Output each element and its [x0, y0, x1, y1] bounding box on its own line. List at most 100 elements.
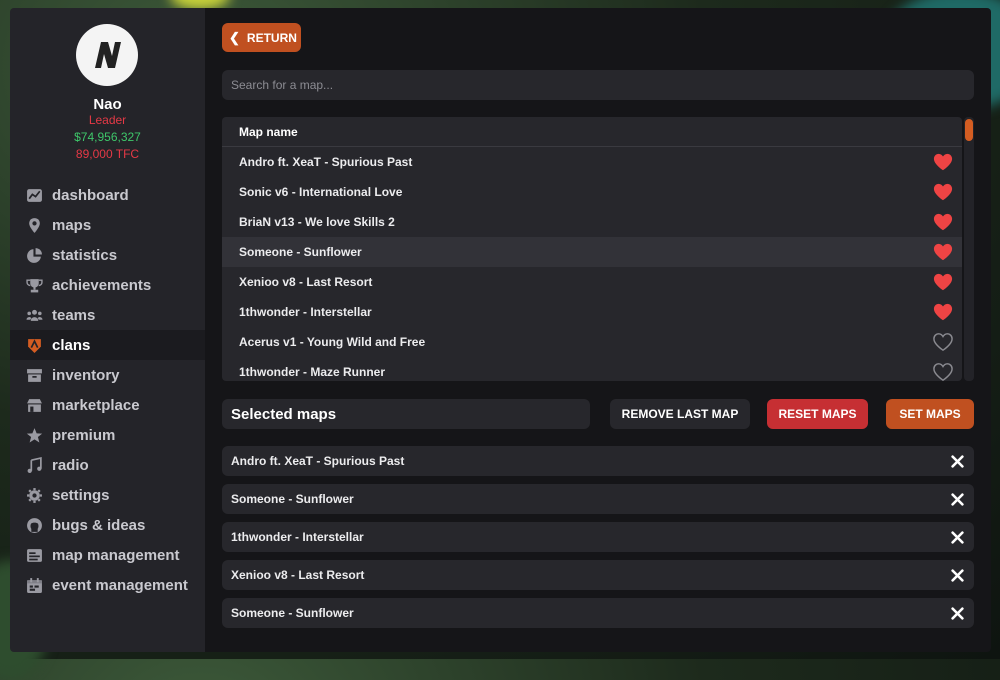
sidebar-item-bugs-ideas[interactable]: bugs & ideas	[10, 510, 205, 540]
sidebar-item-label: inventory	[52, 366, 120, 384]
selected-map-name: Xenioo v8 - Last Resort	[231, 568, 365, 582]
gear-icon	[25, 486, 43, 504]
map-table: Map name Andro ft. XeaT - Spurious Past S…	[222, 117, 962, 381]
map-table-scrollbar[interactable]	[964, 117, 974, 381]
sidebar-item-teams[interactable]: teams	[10, 300, 205, 330]
sidebar-item-label: teams	[52, 306, 96, 324]
close-icon[interactable]	[949, 567, 965, 583]
return-button[interactable]: ❮ RETURN	[222, 23, 301, 52]
user-role: Leader	[88, 113, 127, 127]
map-pin-icon	[25, 216, 43, 234]
map-management-icon	[25, 546, 43, 564]
music-icon	[25, 456, 43, 474]
map-name: Acerus v1 - Young Wild and Free	[239, 335, 426, 349]
inventory-icon	[25, 366, 43, 384]
sidebar-item-maps[interactable]: maps	[10, 210, 205, 240]
trophy-icon	[25, 276, 43, 294]
map-name: Sonic v6 - International Love	[239, 185, 403, 199]
sidebar-item-label: statistics	[52, 246, 118, 264]
map-row[interactable]: Acerus v1 - Young Wild and Free	[222, 327, 962, 357]
map-name: BriaN v13 - We love Skills 2	[239, 215, 395, 229]
sidebar-item-statistics[interactable]: statistics	[10, 240, 205, 270]
sidebar-item-label: map management	[52, 546, 180, 564]
selected-map-item: Someone - Sunflower	[222, 484, 974, 514]
user-money: $74,956,327	[74, 130, 141, 144]
sidebar-item-event-management[interactable]: event management	[10, 570, 205, 600]
sidebar-item-settings[interactable]: settings	[10, 480, 205, 510]
sidebar-item-label: marketplace	[52, 396, 140, 414]
sidebar-item-radio[interactable]: radio	[10, 450, 205, 480]
github-icon	[25, 516, 43, 534]
heart-filled-icon[interactable]	[932, 182, 954, 202]
sidebar-item-label: settings	[52, 486, 110, 504]
sidebar-item-label: premium	[52, 426, 116, 444]
heart-outline-icon[interactable]	[932, 362, 954, 381]
heart-filled-icon[interactable]	[932, 272, 954, 292]
selected-maps-title: Selected maps	[222, 399, 590, 429]
main-panel: ❮ RETURN Map name Andro ft. XeaT - Spuri…	[205, 8, 991, 652]
sidebar-item-label: event management	[52, 576, 188, 594]
close-icon[interactable]	[949, 605, 965, 621]
sidebar-item-inventory[interactable]: inventory	[10, 360, 205, 390]
store-icon	[25, 396, 43, 414]
sidebar-item-map-management[interactable]: map management	[10, 540, 205, 570]
selected-maps-list: Andro ft. XeaT - Spurious Past Someone - …	[222, 446, 974, 636]
search-input[interactable]	[222, 70, 974, 100]
user-name: Nao	[93, 96, 122, 113]
avatar[interactable]	[76, 24, 138, 86]
n-logo-icon	[95, 42, 121, 68]
close-icon[interactable]	[949, 491, 965, 507]
selected-map-name: Andro ft. XeaT - Spurious Past	[231, 454, 405, 468]
user-tfc-balance: 89,000 TFC	[75, 147, 140, 161]
sidebar-item-label: maps	[52, 216, 92, 234]
sidebar-item-label: radio	[52, 456, 89, 474]
map-row[interactable]: 1thwonder - Interstellar	[222, 297, 962, 327]
map-name: Andro ft. XeaT - Spurious Past	[239, 155, 413, 169]
close-icon[interactable]	[949, 529, 965, 545]
heart-filled-icon[interactable]	[932, 302, 954, 322]
users-icon	[25, 306, 43, 324]
heart-filled-icon[interactable]	[932, 212, 954, 232]
map-table-header: Map name	[222, 117, 962, 147]
sidebar-item-clans[interactable]: clans	[10, 330, 205, 360]
sidebar-item-premium[interactable]: premium	[10, 420, 205, 450]
selected-map-item: 1thwonder - Interstellar	[222, 522, 974, 552]
selected-map-name: 1thwonder - Interstellar	[231, 530, 364, 544]
set-maps-button[interactable]: SET MAPS	[886, 399, 974, 429]
return-button-label: RETURN	[246, 30, 297, 45]
map-row[interactable]: 1thwonder - Maze Runner	[222, 357, 962, 381]
map-name: 1thwonder - Maze Runner	[239, 365, 386, 379]
selected-map-item: Someone - Sunflower	[222, 598, 974, 628]
sidebar-item-dashboard[interactable]: dashboard	[10, 180, 205, 210]
sidebar-item-label: bugs & ideas	[52, 516, 146, 534]
map-name: Xenioo v8 - Last Resort	[239, 275, 373, 289]
map-row[interactable]: Xenioo v8 - Last Resort	[222, 267, 962, 297]
selected-map-name: Someone - Sunflower	[231, 492, 354, 506]
star-icon	[25, 426, 43, 444]
map-row[interactable]: BriaN v13 - We love Skills 2	[222, 207, 962, 237]
selected-map-name: Someone - Sunflower	[231, 606, 354, 620]
sidebar-item-marketplace[interactable]: marketplace	[10, 390, 205, 420]
calendar-icon	[25, 576, 43, 594]
selected-map-item: Andro ft. XeaT - Spurious Past	[222, 446, 974, 476]
reset-maps-button[interactable]: RESET MAPS	[767, 399, 868, 429]
pie-chart-icon	[25, 246, 43, 264]
sidebar-item-label: clans	[52, 336, 91, 354]
heart-filled-icon[interactable]	[932, 242, 954, 262]
sidebar-item-achievements[interactable]: achievements	[10, 270, 205, 300]
map-row[interactable]: Someone - Sunflower	[222, 237, 962, 267]
map-row[interactable]: Sonic v6 - International Love	[222, 177, 962, 207]
map-name: 1thwonder - Interstellar	[239, 305, 372, 319]
remove-last-map-button[interactable]: REMOVE LAST MAP	[610, 399, 750, 429]
map-row[interactable]: Andro ft. XeaT - Spurious Past	[222, 147, 962, 177]
sidebar-nav: dashboard maps statistics achievements t…	[10, 180, 205, 600]
close-icon[interactable]	[949, 453, 965, 469]
map-name: Someone - Sunflower	[239, 245, 362, 259]
dashboard-icon	[25, 186, 43, 204]
shield-icon	[25, 336, 43, 354]
heart-outline-icon[interactable]	[932, 332, 954, 352]
sidebar-item-label: dashboard	[52, 186, 129, 204]
map-table-body: Andro ft. XeaT - Spurious Past Sonic v6 -…	[222, 147, 962, 381]
scrollbar-thumb[interactable]	[965, 119, 973, 141]
heart-filled-icon[interactable]	[932, 152, 954, 172]
